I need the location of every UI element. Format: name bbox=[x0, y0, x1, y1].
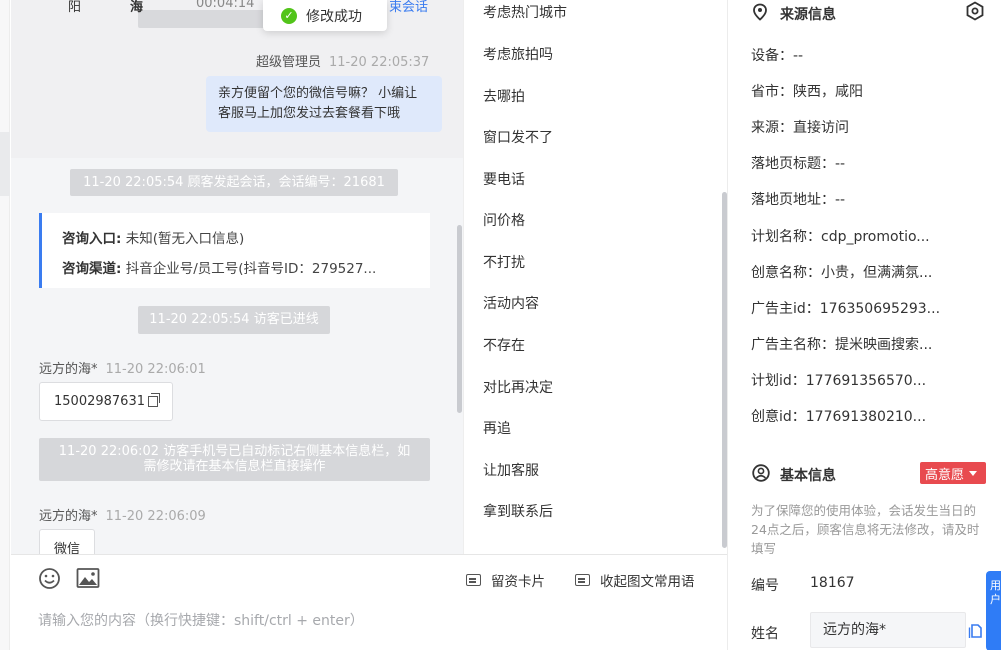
image-icon[interactable] bbox=[76, 567, 100, 589]
chat-panel: 阳 海 00:04:14 束会话 超级管理员 11-20 22:05:37 亲方便… bbox=[11, 0, 463, 554]
phrase-item[interactable]: 考虑热门城市 bbox=[483, 2, 567, 22]
info-creative-name: 创意名称：小贵，但满满氛... bbox=[751, 265, 933, 281]
info-creative-id: 创意id：177691380210... bbox=[751, 409, 927, 425]
emoji-icon[interactable] bbox=[38, 567, 61, 590]
phrase-item[interactable]: 考虑旅拍吗 bbox=[483, 44, 553, 64]
phrase-item[interactable]: 去哪拍 bbox=[483, 86, 525, 106]
left-strip bbox=[0, 0, 10, 650]
admin-sender: 超级管理员 11-20 22:05:37 bbox=[256, 51, 429, 70]
channel-label: 咨询渠道: bbox=[62, 261, 122, 277]
visitor-phone-message: 15002987631 bbox=[39, 382, 173, 421]
info-device: 设备：-- bbox=[751, 48, 804, 64]
system-phone-marked: 11-20 22:06:02 访客手机号已自动标记右侧基本信息栏，如需修改请在基… bbox=[39, 438, 430, 481]
visitor-wechat-message: 微信 bbox=[39, 529, 96, 554]
info-source: 来源：直接访问 bbox=[751, 120, 849, 136]
visitor-sender-2: 远方的海* 11-20 22:06:09 bbox=[39, 505, 206, 524]
collapse-phrases-label: 收起图文常用语 bbox=[600, 574, 695, 590]
intent-badge[interactable]: 高意愿 bbox=[920, 462, 986, 484]
location-pin-icon bbox=[753, 3, 767, 21]
visitor-name: 远方的海* bbox=[39, 362, 98, 377]
phrase-item[interactable]: 问价格 bbox=[483, 210, 525, 230]
id-label: 编号 bbox=[751, 578, 779, 594]
info-advertiser-id: 广告主id：176350695293... bbox=[751, 301, 941, 317]
message-icon bbox=[575, 574, 590, 586]
admin-time: 11-20 22:05:37 bbox=[329, 55, 430, 70]
visitor-phone: 15002987631 bbox=[54, 394, 145, 409]
info-landing-url: 落地页地址：-- bbox=[751, 192, 846, 208]
system-visitor-online: 11-20 22:05:54 访客已进线 bbox=[138, 306, 330, 334]
phrase-item[interactable]: 让加客服 bbox=[483, 460, 539, 480]
end-session-link[interactable]: 束会话 bbox=[389, 0, 428, 15]
channel-value: 抖音企业号/员工号(抖音号ID：279527... bbox=[125, 261, 377, 277]
info-landing-title: 落地页标题：-- bbox=[751, 156, 846, 172]
visitor-name-2: 远方的海* bbox=[39, 509, 98, 524]
phrase-item[interactable]: 不打扰 bbox=[483, 252, 525, 272]
copy-name-icon[interactable] bbox=[968, 623, 983, 639]
top-col-1: 阳 bbox=[68, 0, 82, 15]
entry-value: 未知(暂无入口信息) bbox=[125, 231, 245, 247]
visitor-time-2: 11-20 22:06:09 bbox=[105, 509, 206, 524]
entry-label: 咨询入口: bbox=[62, 231, 122, 247]
consult-info-card: 咨询入口: 未知(暂无入口信息) 咨询渠道: 抖音企业号/员工号(抖音号ID：2… bbox=[39, 213, 430, 288]
collapse-phrases-button[interactable]: 收起图文常用语 bbox=[575, 570, 695, 590]
phrase-item[interactable]: 不存在 bbox=[483, 335, 525, 355]
id-value: 18167 bbox=[810, 575, 855, 591]
info-region: 省市：陕西，咸阳 bbox=[751, 84, 863, 100]
system-session-start: 11-20 22:05:54 顾客发起会话，会话编号：21681 bbox=[70, 169, 398, 196]
lead-card-label: 留资卡片 bbox=[491, 574, 545, 590]
name-label: 姓名 bbox=[751, 626, 779, 642]
phrase-item[interactable]: 拿到联系后 bbox=[483, 501, 553, 521]
message-input-area: 留资卡片 收起图文常用语 请输入您的内容（换行快捷键：shift/ctrl + … bbox=[11, 554, 727, 650]
success-toast: ✓ 修改成功 bbox=[263, 0, 387, 31]
chat-scrollbar[interactable] bbox=[457, 225, 462, 413]
quick-phrases-panel: 考虑热门城市 考虑旅拍吗 去哪拍 窗口发不了 要电话 问价格 不打扰 活动内容 … bbox=[463, 0, 727, 554]
toast-text: 修改成功 bbox=[306, 8, 362, 25]
customer-info-panel: 来源信息 设备：-- 省市：陕西，咸阳 来源：直接访问 落地页标题：-- 落地页… bbox=[727, 0, 1001, 650]
name-field[interactable]: 远方的海* bbox=[810, 612, 966, 648]
top-col-2: 海 bbox=[130, 0, 144, 15]
card-icon bbox=[466, 574, 481, 586]
info-advertiser-name: 广告主名称：提米映画搜索... bbox=[751, 337, 933, 353]
phrase-item[interactable]: 活动内容 bbox=[483, 293, 539, 313]
message-input[interactable]: 请输入您的内容（换行快捷键：shift/ctrl + enter） bbox=[38, 610, 364, 630]
admin-name: 超级管理员 bbox=[256, 55, 322, 70]
visitor-time-1: 11-20 22:06:01 bbox=[105, 362, 206, 377]
phrase-item[interactable]: 窗口发不了 bbox=[483, 127, 553, 147]
phrase-item[interactable]: 对比再决定 bbox=[483, 377, 553, 397]
settings-hex-icon[interactable] bbox=[965, 1, 985, 21]
top-col-3: 00:04:14 bbox=[196, 0, 255, 11]
check-circle-icon: ✓ bbox=[281, 7, 297, 24]
floating-user-tab[interactable]: 用户 bbox=[986, 571, 1001, 650]
edit-notice: 为了保障您的使用体验，会话发生当日的24点之后，顾客信息将无法修改，请及时填写 bbox=[751, 503, 980, 556]
phrase-item[interactable]: 再追 bbox=[483, 418, 511, 438]
top-row: 阳 海 00:04:14 束会话 bbox=[11, 0, 463, 18]
basic-info-title: 基本信息 bbox=[780, 468, 836, 484]
left-strip-marker bbox=[0, 132, 10, 196]
caret-down-icon bbox=[969, 470, 978, 476]
app-root: 阳 海 00:04:14 束会话 超级管理员 11-20 22:05:37 亲方便… bbox=[0, 0, 1001, 650]
intent-badge-label: 高意愿 bbox=[925, 467, 965, 483]
source-info-title: 来源信息 bbox=[780, 7, 836, 23]
phrase-item[interactable]: 要电话 bbox=[483, 169, 525, 189]
user-circle-icon bbox=[752, 464, 770, 482]
copy-icon[interactable] bbox=[147, 393, 160, 407]
visitor-sender-1: 远方的海* 11-20 22:06:01 bbox=[39, 358, 206, 377]
info-plan-id: 计划id：177691356570... bbox=[751, 373, 927, 389]
info-plan-name: 计划名称：cdp_promotio... bbox=[751, 229, 930, 245]
lead-card-button[interactable]: 留资卡片 bbox=[466, 570, 545, 590]
admin-message-bubble: 亲方便留个您的微信号嘛？ 小编让客服马上加您发过去套餐看下哦 bbox=[206, 76, 442, 132]
